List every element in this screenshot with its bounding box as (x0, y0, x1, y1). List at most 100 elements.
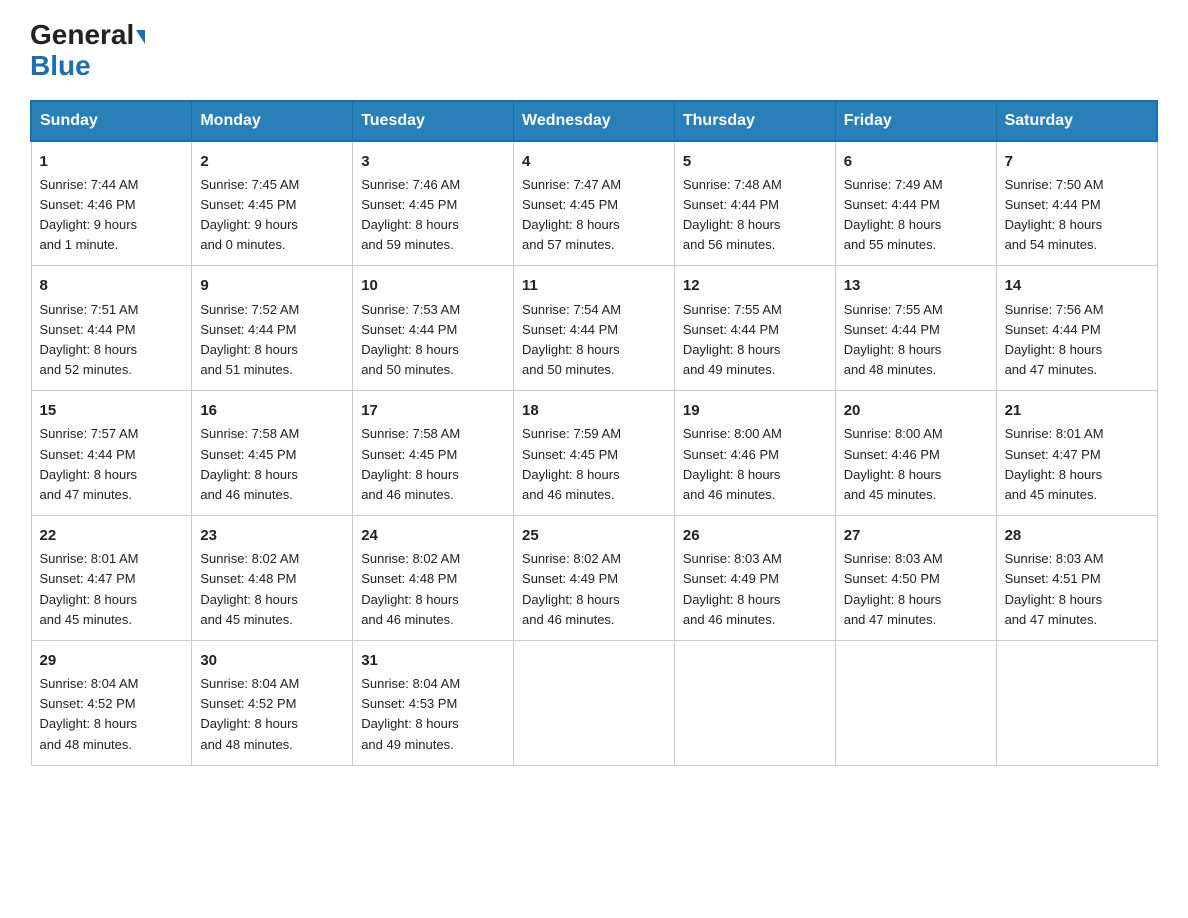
day-info: Sunrise: 7:58 AMSunset: 4:45 PMDaylight:… (361, 424, 505, 505)
day-info: Sunrise: 7:52 AMSunset: 4:44 PMDaylight:… (200, 300, 344, 381)
calendar-cell: 6Sunrise: 7:49 AMSunset: 4:44 PMDaylight… (835, 141, 996, 266)
day-info: Sunrise: 7:49 AMSunset: 4:44 PMDaylight:… (844, 175, 988, 256)
page-header: General Blue (30, 20, 1158, 82)
day-number: 11 (522, 274, 666, 297)
day-info: Sunrise: 8:02 AMSunset: 4:48 PMDaylight:… (200, 549, 344, 630)
day-info: Sunrise: 8:03 AMSunset: 4:49 PMDaylight:… (683, 549, 827, 630)
day-number: 8 (40, 274, 184, 297)
calendar-cell: 11Sunrise: 7:54 AMSunset: 4:44 PMDayligh… (514, 266, 675, 391)
calendar-cell: 8Sunrise: 7:51 AMSunset: 4:44 PMDaylight… (31, 266, 192, 391)
calendar-cell (514, 640, 675, 765)
calendar-cell: 13Sunrise: 7:55 AMSunset: 4:44 PMDayligh… (835, 266, 996, 391)
calendar-week-row: 29 Sunrise: 8:04 AMSunset: 4:52 PMDayligh… (31, 640, 1157, 765)
day-info: Sunrise: 8:00 AMSunset: 4:46 PMDaylight:… (844, 424, 988, 505)
calendar-header-row: SundayMondayTuesdayWednesdayThursdayFrid… (31, 101, 1157, 141)
calendar-cell: 24Sunrise: 8:02 AMSunset: 4:48 PMDayligh… (353, 516, 514, 641)
day-info: Sunrise: 7:55 AMSunset: 4:44 PMDaylight:… (844, 300, 988, 381)
calendar-cell (674, 640, 835, 765)
calendar-cell: 12 Sunrise: 7:55 AMSunset: 4:44 PMDayligh… (674, 266, 835, 391)
day-info: Sunrise: 7:53 AMSunset: 4:44 PMDaylight:… (361, 300, 505, 381)
day-info: Sunrise: 8:01 AMSunset: 4:47 PMDaylight:… (1005, 424, 1149, 505)
day-number: 18 (522, 399, 666, 422)
day-number: 26 (683, 524, 827, 547)
calendar-cell: 15Sunrise: 7:57 AMSunset: 4:44 PMDayligh… (31, 391, 192, 516)
day-number: 24 (361, 524, 505, 547)
day-number: 5 (683, 150, 827, 173)
column-header-sunday: Sunday (31, 101, 192, 141)
day-info: Sunrise: 8:03 AMSunset: 4:50 PMDaylight:… (844, 549, 988, 630)
calendar-cell: 18Sunrise: 7:59 AMSunset: 4:45 PMDayligh… (514, 391, 675, 516)
day-number: 23 (200, 524, 344, 547)
day-number: 10 (361, 274, 505, 297)
calendar-week-row: 8Sunrise: 7:51 AMSunset: 4:44 PMDaylight… (31, 266, 1157, 391)
calendar-cell: 27Sunrise: 8:03 AMSunset: 4:50 PMDayligh… (835, 516, 996, 641)
calendar-week-row: 22Sunrise: 8:01 AMSunset: 4:47 PMDayligh… (31, 516, 1157, 641)
logo-triangle-icon (136, 30, 145, 44)
day-number: 20 (844, 399, 988, 422)
day-number: 25 (522, 524, 666, 547)
day-info: Sunrise: 8:04 AMSunset: 4:52 PMDaylight:… (200, 674, 344, 755)
day-number: 14 (1005, 274, 1149, 297)
calendar-cell: 3Sunrise: 7:46 AMSunset: 4:45 PMDaylight… (353, 141, 514, 266)
day-number: 4 (522, 150, 666, 173)
calendar-cell: 7Sunrise: 7:50 AMSunset: 4:44 PMDaylight… (996, 141, 1157, 266)
day-number: 3 (361, 150, 505, 173)
day-info: Sunrise: 7:47 AMSunset: 4:45 PMDaylight:… (522, 175, 666, 256)
logo-blue-text: Blue (30, 50, 91, 81)
calendar-cell: 10 Sunrise: 7:53 AMSunset: 4:44 PMDayligh… (353, 266, 514, 391)
calendar-cell: 2Sunrise: 7:45 AMSunset: 4:45 PMDaylight… (192, 141, 353, 266)
calendar-cell: 4Sunrise: 7:47 AMSunset: 4:45 PMDaylight… (514, 141, 675, 266)
calendar-week-row: 1Sunrise: 7:44 AMSunset: 4:46 PMDaylight… (31, 141, 1157, 266)
day-number: 22 (40, 524, 184, 547)
day-info: Sunrise: 7:55 AMSunset: 4:44 PMDaylight:… (683, 300, 827, 381)
day-number: 27 (844, 524, 988, 547)
day-number: 19 (683, 399, 827, 422)
calendar-cell (835, 640, 996, 765)
calendar-cell: 16Sunrise: 7:58 AMSunset: 4:45 PMDayligh… (192, 391, 353, 516)
day-info: Sunrise: 7:45 AMSunset: 4:45 PMDaylight:… (200, 175, 344, 256)
calendar-cell: 20Sunrise: 8:00 AMSunset: 4:46 PMDayligh… (835, 391, 996, 516)
day-info: Sunrise: 8:04 AMSunset: 4:53 PMDaylight:… (361, 674, 505, 755)
logo-text: General Blue (30, 20, 145, 82)
calendar-cell: 21Sunrise: 8:01 AMSunset: 4:47 PMDayligh… (996, 391, 1157, 516)
calendar-cell: 23Sunrise: 8:02 AMSunset: 4:48 PMDayligh… (192, 516, 353, 641)
calendar-cell: 28Sunrise: 8:03 AMSunset: 4:51 PMDayligh… (996, 516, 1157, 641)
column-header-tuesday: Tuesday (353, 101, 514, 141)
calendar-table: SundayMondayTuesdayWednesdayThursdayFrid… (30, 100, 1158, 766)
logo: General Blue (30, 20, 145, 82)
day-info: Sunrise: 7:57 AMSunset: 4:44 PMDaylight:… (40, 424, 184, 505)
day-info: Sunrise: 8:02 AMSunset: 4:49 PMDaylight:… (522, 549, 666, 630)
column-header-monday: Monday (192, 101, 353, 141)
calendar-cell: 31Sunrise: 8:04 AMSunset: 4:53 PMDayligh… (353, 640, 514, 765)
day-info: Sunrise: 7:46 AMSunset: 4:45 PMDaylight:… (361, 175, 505, 256)
calendar-cell: 1Sunrise: 7:44 AMSunset: 4:46 PMDaylight… (31, 141, 192, 266)
day-number: 21 (1005, 399, 1149, 422)
calendar-cell: 5Sunrise: 7:48 AMSunset: 4:44 PMDaylight… (674, 141, 835, 266)
day-info: Sunrise: 8:02 AMSunset: 4:48 PMDaylight:… (361, 549, 505, 630)
day-number: 15 (40, 399, 184, 422)
day-number: 29 (40, 649, 184, 672)
day-info: Sunrise: 7:50 AMSunset: 4:44 PMDaylight:… (1005, 175, 1149, 256)
column-header-thursday: Thursday (674, 101, 835, 141)
column-header-friday: Friday (835, 101, 996, 141)
calendar-cell (996, 640, 1157, 765)
day-info: Sunrise: 7:48 AMSunset: 4:44 PMDaylight:… (683, 175, 827, 256)
calendar-cell: 14 Sunrise: 7:56 AMSunset: 4:44 PMDayligh… (996, 266, 1157, 391)
calendar-cell: 30Sunrise: 8:04 AMSunset: 4:52 PMDayligh… (192, 640, 353, 765)
day-number: 17 (361, 399, 505, 422)
day-number: 12 (683, 274, 827, 297)
calendar-cell: 22Sunrise: 8:01 AMSunset: 4:47 PMDayligh… (31, 516, 192, 641)
calendar-cell: 26Sunrise: 8:03 AMSunset: 4:49 PMDayligh… (674, 516, 835, 641)
day-number: 6 (844, 150, 988, 173)
day-number: 28 (1005, 524, 1149, 547)
calendar-cell: 25Sunrise: 8:02 AMSunset: 4:49 PMDayligh… (514, 516, 675, 641)
calendar-week-row: 15Sunrise: 7:57 AMSunset: 4:44 PMDayligh… (31, 391, 1157, 516)
calendar-cell: 17Sunrise: 7:58 AMSunset: 4:45 PMDayligh… (353, 391, 514, 516)
day-number: 16 (200, 399, 344, 422)
day-number: 2 (200, 150, 344, 173)
day-info: Sunrise: 8:00 AMSunset: 4:46 PMDaylight:… (683, 424, 827, 505)
day-info: Sunrise: 8:03 AMSunset: 4:51 PMDaylight:… (1005, 549, 1149, 630)
day-info: Sunrise: 7:56 AMSunset: 4:44 PMDaylight:… (1005, 300, 1149, 381)
day-number: 7 (1005, 150, 1149, 173)
day-number: 30 (200, 649, 344, 672)
